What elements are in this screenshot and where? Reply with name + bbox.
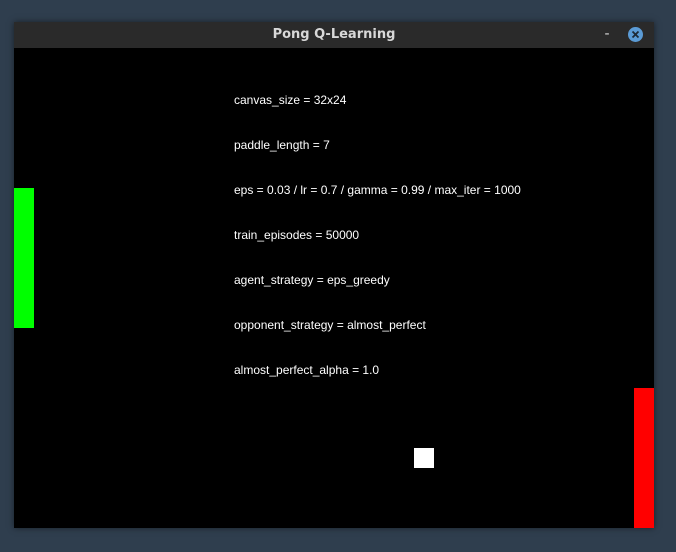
info-almost-perfect-alpha: almost_perfect_alpha = 1.0 xyxy=(234,363,380,377)
info-hyperparameters: eps = 0.03 / lr = 0.7 / gamma = 0.99 / m… xyxy=(234,183,521,197)
window-title: Pong Q-Learning xyxy=(272,27,396,42)
info-train-episodes: train_episodes = 50000 xyxy=(234,228,360,242)
agent-paddle xyxy=(14,188,34,328)
minimize-icon[interactable]: - xyxy=(600,25,614,43)
game-window: Pong Q-Learning - canvas_size = 32x24 pa… xyxy=(14,22,654,528)
config-info: canvas_size = 32x24 paddle_length = 7 ep… xyxy=(234,63,521,408)
info-canvas-size: canvas_size = 32x24 xyxy=(234,93,347,107)
info-opponent-strategy: opponent_strategy = almost_perfect xyxy=(234,318,426,332)
info-agent-strategy: agent_strategy = eps_greedy xyxy=(234,273,390,287)
ball xyxy=(414,448,434,468)
desktop: Pong Q-Learning - canvas_size = 32x24 pa… xyxy=(0,0,676,552)
info-paddle-length: paddle_length = 7 xyxy=(234,138,330,152)
game-canvas: canvas_size = 32x24 paddle_length = 7 ep… xyxy=(14,48,654,528)
close-icon[interactable] xyxy=(628,27,643,42)
opponent-paddle xyxy=(634,388,654,528)
window-titlebar[interactable]: Pong Q-Learning - xyxy=(14,22,654,48)
